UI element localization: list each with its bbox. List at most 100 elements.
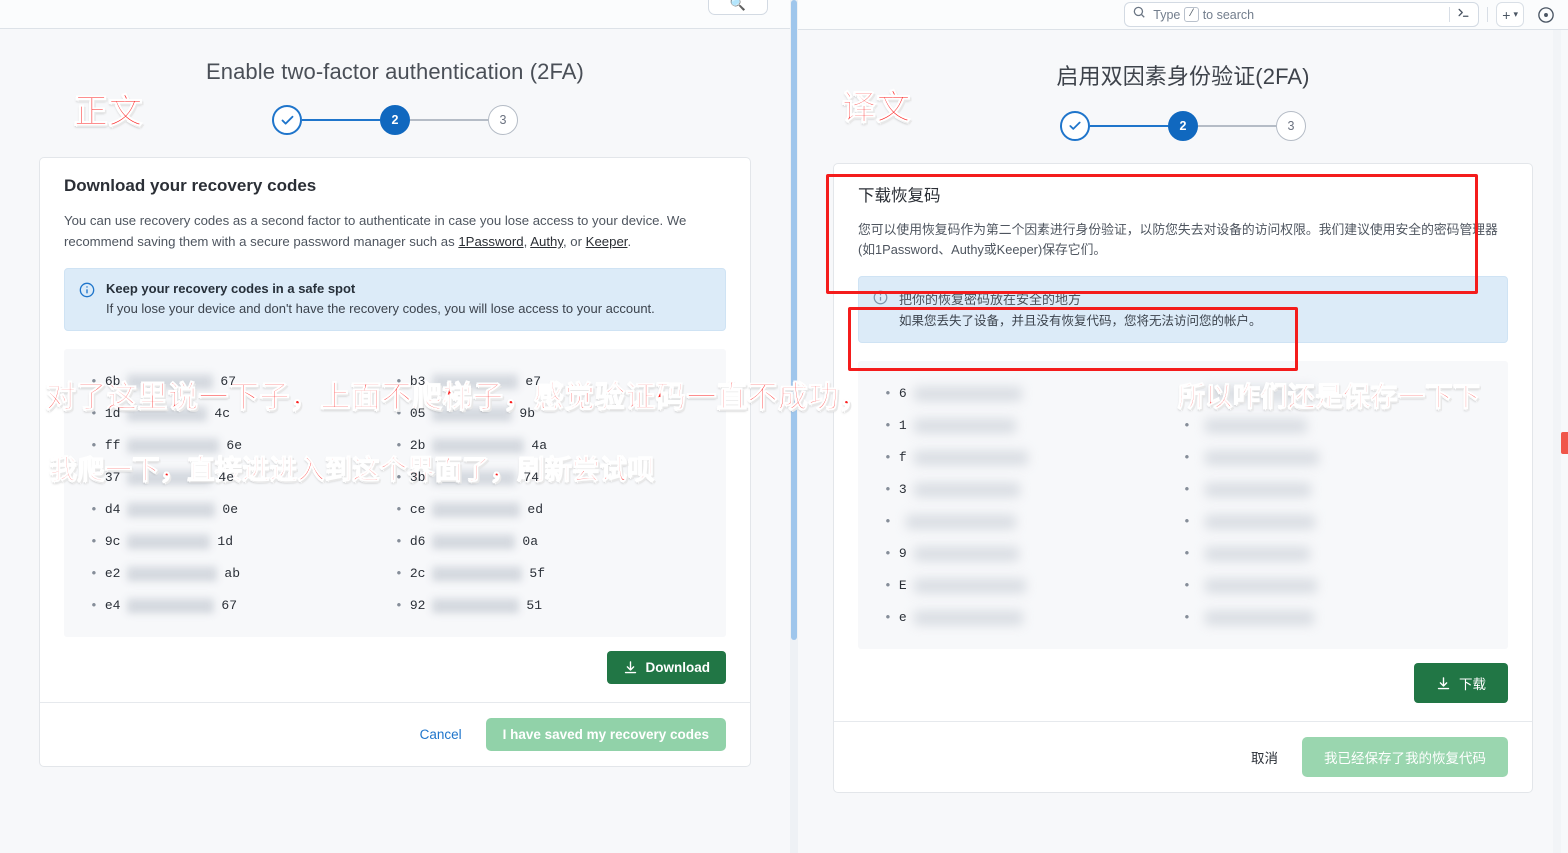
code-redacted (127, 597, 215, 613)
code-suffix: 67 (221, 597, 238, 613)
annotation-translation-label: 译文 (842, 88, 912, 129)
step-1-complete[interactable] (1060, 111, 1090, 141)
code-prefix: 2c (409, 565, 426, 581)
step-3-upcoming[interactable]: 3 (488, 105, 518, 135)
link-authy[interactable]: Authy (530, 234, 563, 249)
search-placeholder: Type / to search (1153, 7, 1254, 22)
step-3-upcoming[interactable]: 3 (1276, 111, 1306, 141)
search-icon (1132, 5, 1146, 24)
search-box[interactable]: Type / to search (1124, 2, 1480, 27)
code-redacted (432, 597, 520, 613)
download-icon (1437, 676, 1450, 689)
recovery-code-item (1183, 505, 1482, 537)
code-redacted (913, 481, 1020, 497)
code-prefix: 6 (898, 385, 907, 401)
code-redacted (913, 385, 1022, 401)
code-redacted (1204, 577, 1317, 593)
code-redacted (432, 565, 523, 581)
recovery-code-item (1183, 569, 1482, 601)
alert-title: Keep your recovery codes in a safe spot (106, 281, 356, 296)
code-suffix: ab (224, 565, 241, 581)
step-line-2 (410, 119, 488, 121)
screenshot-stage: 🔍 Enable two-factor authentication (2FA)… (0, 0, 1568, 853)
alert-content: 把你的恢复密码放在安全的地方 如果您丢失了设备，并且没有恢复代码，您将无法访问您… (899, 289, 1262, 330)
code-prefix: E (898, 577, 907, 593)
recovery-code-item (1183, 441, 1482, 473)
download-row: 下载 (858, 663, 1508, 721)
code-suffix: 4e (218, 469, 235, 485)
code-suffix: 4c (214, 405, 231, 421)
code-suffix: 51 (526, 597, 543, 613)
download-button[interactable]: 下载 (1414, 663, 1508, 703)
download-icon (624, 661, 636, 674)
code-redacted (1204, 449, 1319, 465)
code-redacted (432, 533, 516, 549)
user-circle-icon (1538, 6, 1554, 23)
link-1password[interactable]: 1Password (458, 234, 523, 249)
code-redacted (432, 501, 521, 517)
recovery-code-item: f (884, 441, 1183, 473)
cancel-link[interactable]: Cancel (420, 727, 462, 742)
code-prefix: 6b (104, 373, 121, 389)
check-icon (281, 115, 293, 125)
recovery-codes-card: 下载恢复码 您可以使用恢复码作为第二个因素进行身份验证，以防您失去对设备的访问权… (833, 163, 1533, 793)
annotation-line-3: 所以咋们还是保存一下下 (1178, 382, 1481, 414)
original-page: Enable two-factor authentication (2FA) 2… (0, 29, 790, 853)
alert-title: 把你的恢复密码放在安全的地方 (899, 292, 1082, 307)
step-line-2 (1198, 125, 1276, 127)
cancel-link[interactable]: 取消 (1251, 747, 1278, 767)
step-2-current[interactable]: 2 (1168, 111, 1198, 141)
code-redacted (1204, 513, 1315, 529)
step-1-complete[interactable] (272, 105, 302, 135)
new-item-button[interactable]: + ▾ (1496, 2, 1524, 27)
code-prefix: e (898, 609, 907, 625)
info-icon (79, 282, 95, 303)
code-suffix: 5f (529, 565, 546, 581)
safe-spot-alert: 把你的恢复密码放在安全的地方 如果您丢失了设备，并且没有恢复代码，您将无法访问您… (858, 276, 1508, 343)
saved-codes-button[interactable]: 我已经保存了我的恢复代码 (1302, 737, 1508, 777)
code-prefix: 1d (104, 405, 121, 421)
recovery-code-item: 2c 5f (395, 557, 700, 589)
step-2-current[interactable]: 2 (380, 105, 410, 135)
card-body: Download your recovery codes You can use… (40, 158, 750, 702)
card-body: 下载恢复码 您可以使用恢复码作为第二个因素进行身份验证，以防您失去对设备的访问权… (834, 164, 1532, 721)
recovery-code-item (1183, 537, 1482, 569)
download-button-label: Download (645, 660, 711, 675)
code-prefix: 05 (409, 405, 426, 421)
partial-search-box[interactable]: 🔍 (708, 0, 768, 15)
recovery-code-item: E (884, 569, 1183, 601)
code-prefix: b3 (409, 373, 426, 389)
terminal-icon[interactable] (1456, 5, 1471, 25)
download-button[interactable]: Download (606, 651, 726, 684)
recovery-code-item: 9c 1d (90, 525, 395, 557)
link-keeper[interactable]: Keeper (586, 234, 628, 249)
slash-key-hint: / (1184, 7, 1199, 22)
alert-text: If you lose your device and don't have t… (106, 301, 655, 316)
stepper: 2 3 (798, 111, 1568, 141)
annotation-line-1: 对了这里说一下子，上面不爬梯子，感觉验证码一直不成功， (46, 380, 870, 416)
page-title: Enable two-factor authentication (2FA) (205, 59, 584, 84)
user-avatar-button[interactable] (1532, 2, 1560, 27)
code-suffix: 67 (220, 373, 237, 389)
alert-text: 如果您丢失了设备，并且没有恢复代码，您将无法访问您的帐户。 (899, 314, 1262, 328)
code-suffix: 74 (523, 469, 540, 485)
code-redacted (905, 513, 1016, 529)
code-redacted (1204, 417, 1307, 433)
recovery-code-item: e4 67 (90, 589, 395, 621)
chevron-down-icon: ▾ (1513, 9, 1518, 19)
card-heading: 下载恢复码 (858, 187, 941, 205)
page-title: 启用双因素身份验证(2FA) (1056, 64, 1310, 89)
card-description: You can use recovery codes as a second f… (64, 210, 726, 252)
scrollbar-thumb[interactable] (791, 0, 797, 640)
download-row: Download (64, 651, 726, 702)
window-scrollbar[interactable] (790, 0, 798, 853)
recovery-code-item (1183, 601, 1482, 633)
code-prefix: 3b (409, 469, 426, 485)
card-footer: Cancel I have saved my recovery codes (40, 702, 750, 766)
divider (1449, 7, 1451, 22)
codes-column-left: 6 1 f 3 9 Ee (884, 377, 1183, 633)
code-suffix: 6e (226, 437, 243, 453)
saved-codes-button[interactable]: I have saved my recovery codes (485, 718, 726, 751)
code-redacted (1204, 545, 1310, 561)
safe-spot-alert: Keep your recovery codes in a safe spot … (64, 268, 726, 331)
